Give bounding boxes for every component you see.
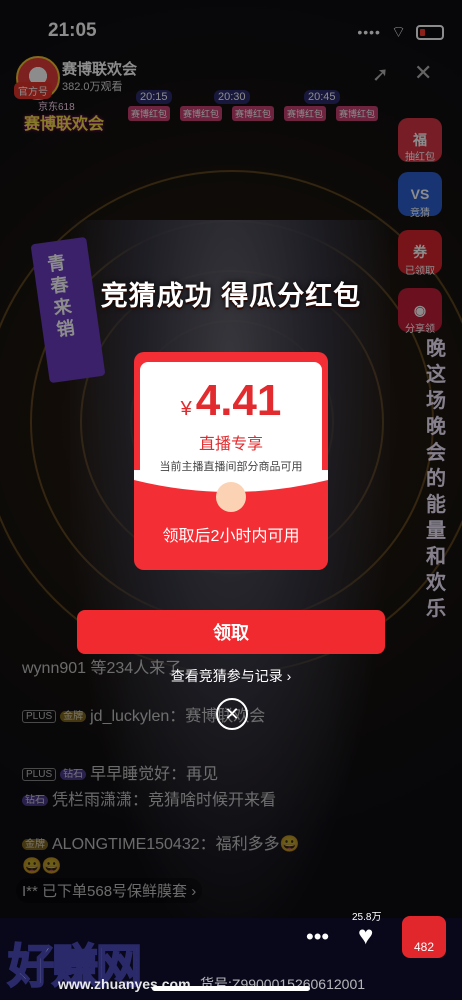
live-stream-screen: 21:05 •••• ⌔ 官方号 赛博联欢会 382.0万观看 京东618 赛博… xyxy=(0,0,462,1000)
guess-records-link[interactable]: 查看竞猜参与记录 › xyxy=(0,666,462,686)
claim-button[interactable]: 领取 xyxy=(77,610,385,654)
home-indicator[interactable] xyxy=(152,986,310,991)
coupon-type: 直播专享 xyxy=(198,436,263,453)
coupon-amount: ¥ 4.41 xyxy=(140,376,322,426)
amount-value: 4.41 xyxy=(195,376,282,425)
heart-icon[interactable]: ♥ xyxy=(358,920,373,951)
gift-count: 482 xyxy=(413,940,435,954)
more-icon[interactable]: ••• xyxy=(306,924,329,950)
validity-text: 领取后2小时内可用 xyxy=(162,528,300,545)
close-icon[interactable]: ✕ xyxy=(216,698,248,730)
serial-number: 货号:Z9900015260612001 xyxy=(200,976,366,992)
popup-title: 竞猜成功 得瓜分红包 xyxy=(100,281,362,311)
envelope-seal xyxy=(216,482,246,512)
currency-symbol: ¥ xyxy=(180,398,192,420)
coupon-description: 当前主播直播间部分商品可用 xyxy=(159,461,303,473)
